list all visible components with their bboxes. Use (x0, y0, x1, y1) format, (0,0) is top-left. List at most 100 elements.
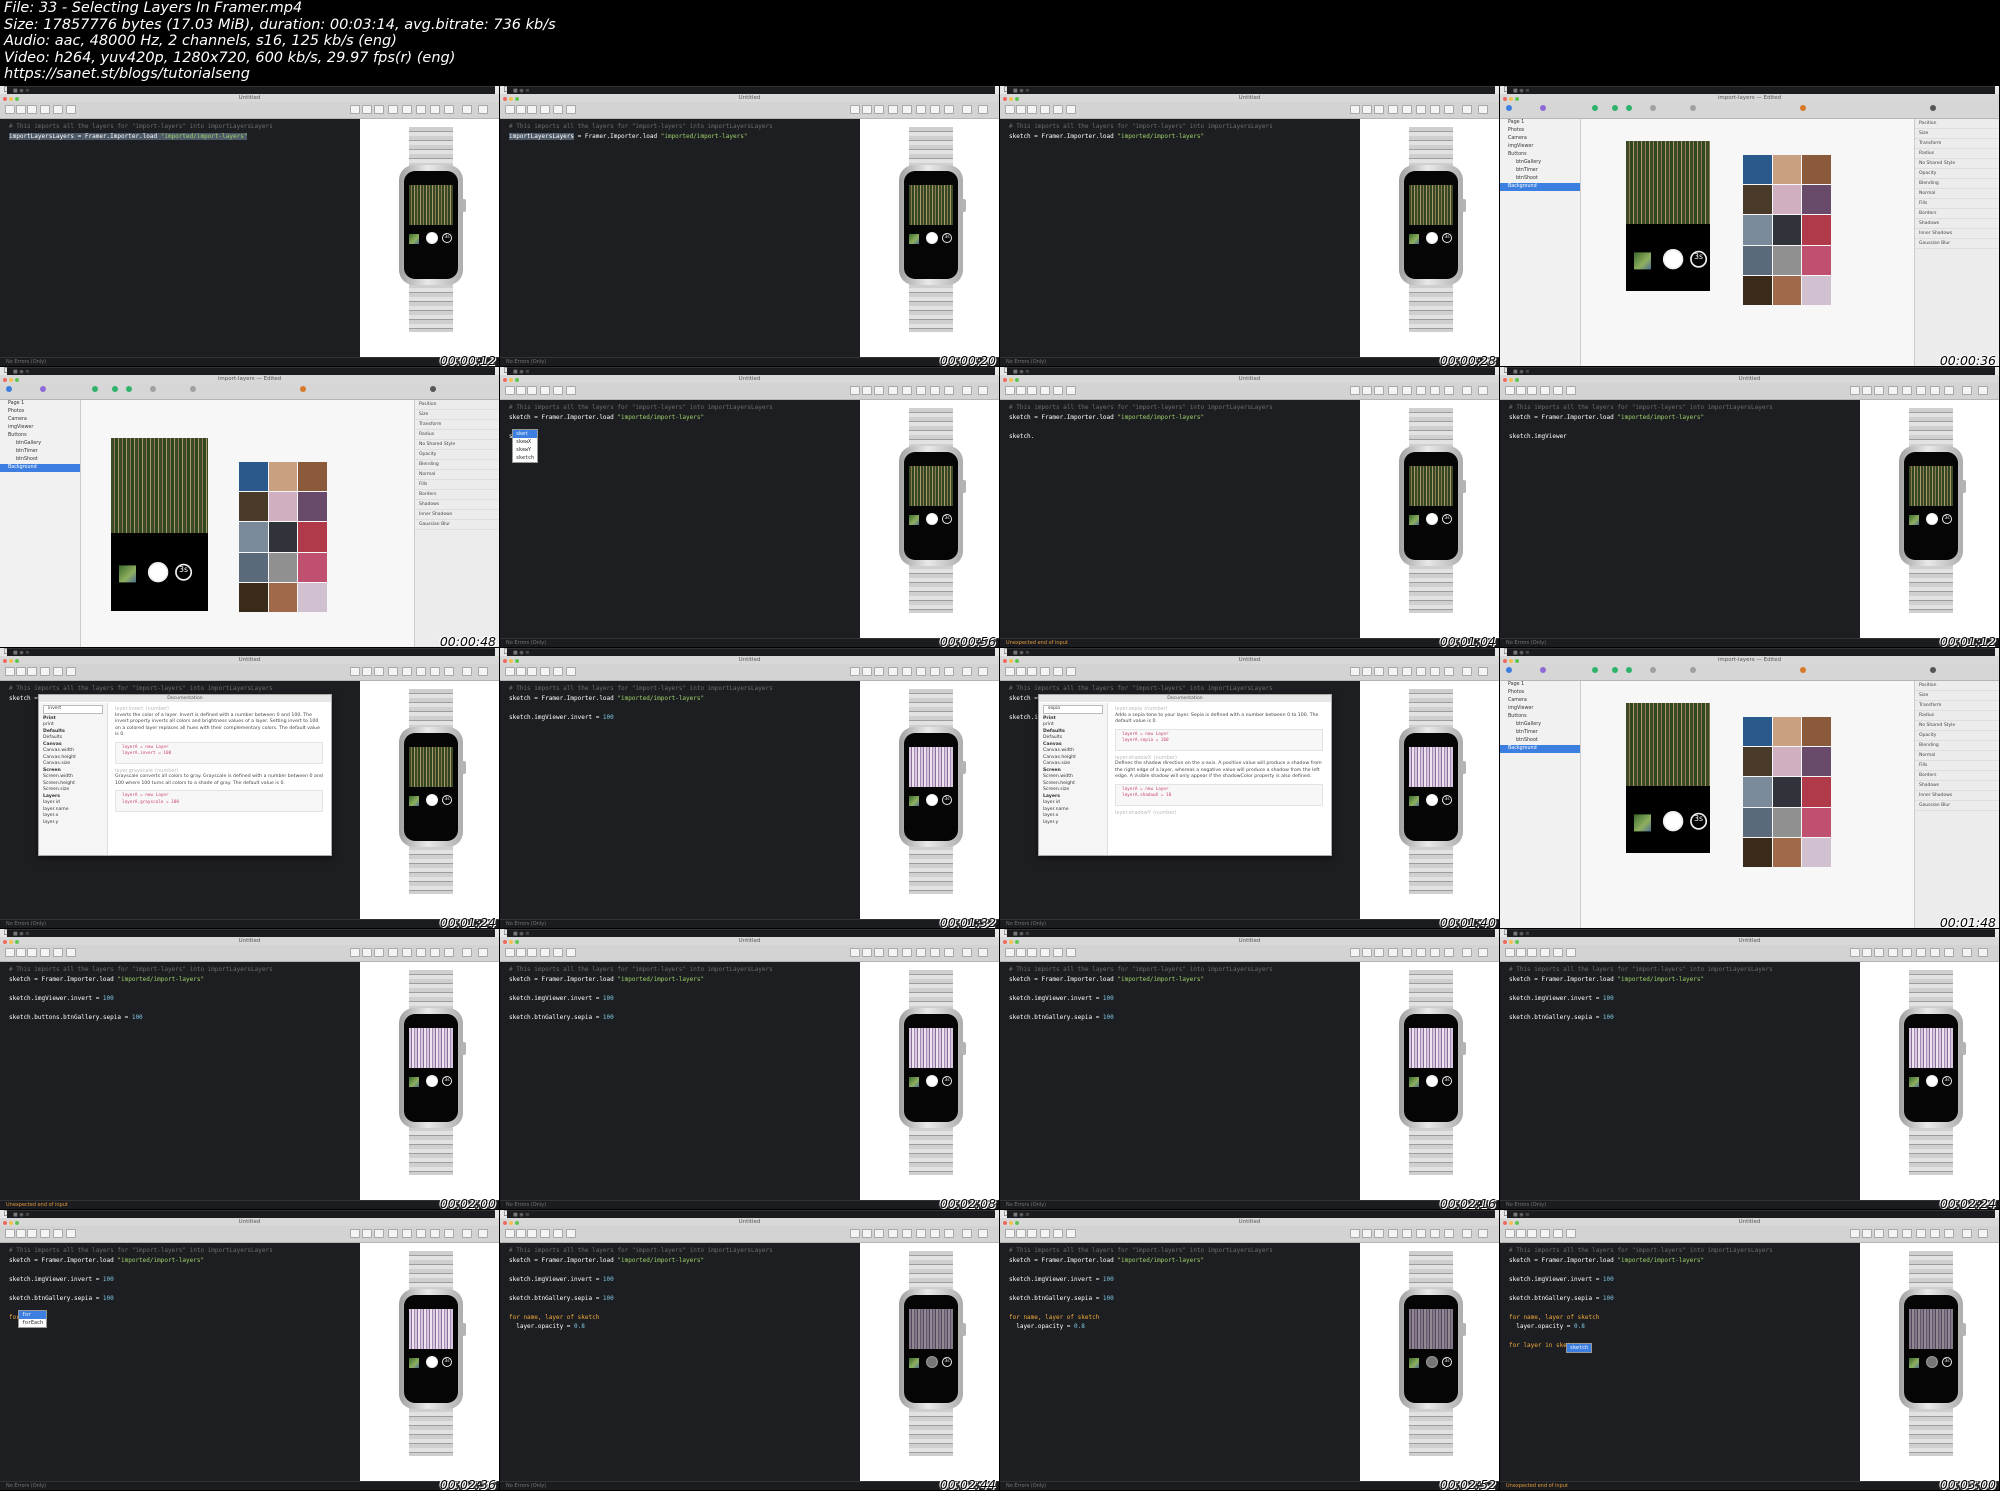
import-button[interactable] (40, 105, 50, 114)
share-button[interactable] (53, 105, 63, 114)
code-line[interactable]: sketch = Framer.Importer.load "imported/… (1509, 1256, 1869, 1266)
import-button[interactable] (540, 105, 550, 114)
close-button[interactable] (1503, 97, 1507, 101)
toolbar-button[interactable] (962, 948, 972, 957)
code-line[interactable]: sketch = Framer.Importer.load "imported/… (1009, 413, 1369, 423)
inspector-row[interactable]: Borders (415, 490, 499, 500)
layer-row[interactable]: btnShoot (1500, 737, 1580, 745)
code-editor[interactable]: # This imports all the layers for "impor… (1000, 119, 1369, 358)
zoom-button[interactable] (1515, 1221, 1519, 1225)
minimize-button[interactable] (1509, 97, 1513, 101)
close-button[interactable] (1503, 1221, 1507, 1225)
inspector-row[interactable]: Transform (415, 420, 499, 430)
code-line[interactable]: sketch.btnGallery.sepia = 100 (509, 1294, 869, 1304)
btn-gallery[interactable] (909, 234, 919, 244)
toolbar-button[interactable] (1430, 948, 1440, 957)
code-line[interactable]: for name, layer of sketch (1009, 1313, 1369, 1323)
code-editor[interactable]: # This imports all the layers for "impor… (500, 400, 869, 639)
layer-row[interactable]: btnTimer (0, 448, 80, 456)
toolbar-button[interactable] (1962, 386, 1972, 395)
mirror-button[interactable] (566, 1229, 576, 1238)
layer-row[interactable]: imgViewer (1500, 143, 1580, 151)
inspect-button[interactable] (1016, 105, 1026, 114)
code-line[interactable]: # This imports all the layers for "impor… (1509, 965, 1869, 975)
share-button[interactable] (1053, 1229, 1063, 1238)
mirror-button[interactable] (1566, 386, 1576, 395)
inspect-button[interactable] (516, 948, 526, 957)
btn-shoot[interactable] (1426, 1356, 1438, 1368)
share-button[interactable] (53, 667, 63, 676)
close-button[interactable] (3, 378, 7, 382)
insert-button[interactable] (1505, 386, 1515, 395)
inspector-row[interactable]: Shadows (415, 500, 499, 510)
mirror-button[interactable] (1066, 667, 1076, 676)
toolbar-button[interactable] (350, 1229, 360, 1238)
toolbar-button[interactable] (1944, 386, 1954, 395)
btn-gallery[interactable] (409, 1077, 419, 1087)
import-button[interactable] (1540, 1229, 1550, 1238)
btn-shoot[interactable] (926, 1075, 938, 1087)
close-button[interactable] (503, 1221, 507, 1225)
toolbar-button[interactable] (902, 386, 912, 395)
toolbar-button[interactable] (1362, 105, 1372, 114)
mirror-button[interactable] (1066, 948, 1076, 957)
toolbar-button[interactable] (1916, 386, 1926, 395)
toolbar-button[interactable] (916, 386, 926, 395)
inspector-row[interactable]: Opacity (1915, 731, 1999, 741)
code-line[interactable]: sketch = Framer.Importer.load "imported/… (509, 694, 869, 704)
btn-shoot[interactable] (426, 1075, 438, 1087)
code-line[interactable]: sketch.imgViewer.invert = 100 (9, 994, 369, 1004)
toolbar-button[interactable] (862, 667, 872, 676)
layer-row[interactable]: Photos (0, 408, 80, 416)
toolbar-tool-icon[interactable] (1930, 105, 1936, 111)
code-line[interactable] (1509, 1332, 1869, 1342)
import-button[interactable] (540, 667, 550, 676)
code-line[interactable]: # This imports all the layers for "impor… (1009, 122, 1369, 132)
code-line[interactable] (1509, 1303, 1869, 1313)
inspector-row[interactable]: Radius (415, 430, 499, 440)
code-editor[interactable]: # This imports all the layers for "impor… (0, 962, 369, 1201)
btn-gallery[interactable] (1909, 515, 1919, 525)
code-line[interactable]: sketch. (1009, 432, 1369, 442)
toolbar-button[interactable] (388, 105, 398, 114)
toolbar-button[interactable] (1478, 667, 1488, 676)
btn-timer[interactable]: 3s (942, 1357, 952, 1367)
btn-gallery[interactable] (409, 234, 419, 244)
toolbar-button[interactable] (478, 948, 488, 957)
btn-timer[interactable]: 3s (1690, 250, 1708, 268)
toolbar-button[interactable] (978, 1229, 988, 1238)
toolbar-button[interactable] (402, 948, 412, 957)
toolbar-button[interactable] (1444, 667, 1454, 676)
toolbar-button[interactable] (902, 948, 912, 957)
zoom-button[interactable] (15, 378, 19, 382)
minimize-button[interactable] (1009, 97, 1013, 101)
toolbar-button[interactable] (1916, 1229, 1926, 1238)
code-editor[interactable]: # This imports all the layers for "impor… (0, 119, 369, 358)
close-button[interactable] (503, 378, 507, 382)
toolbar-button[interactable] (944, 386, 954, 395)
toolbar-button[interactable] (1862, 948, 1872, 957)
toolbar-button[interactable] (1416, 667, 1426, 676)
btn-timer[interactable]: 3s (1442, 1357, 1452, 1367)
toolbar-tool-icon[interactable] (1612, 105, 1618, 111)
insert-button[interactable] (1005, 105, 1015, 114)
btn-gallery[interactable] (909, 515, 919, 525)
import-button[interactable] (40, 948, 50, 957)
code-line[interactable] (9, 1284, 369, 1294)
layer-row[interactable]: btnTimer (1500, 167, 1580, 175)
btn-timer[interactable]: 3s (1442, 233, 1452, 243)
code-line[interactable] (9, 1003, 369, 1013)
close-button[interactable] (3, 940, 7, 944)
btn-gallery[interactable] (409, 1358, 419, 1368)
code-line[interactable]: # This imports all the layers for "impor… (1009, 1246, 1369, 1256)
btn-gallery[interactable] (909, 1077, 919, 1087)
code-line[interactable] (9, 984, 369, 994)
code-line[interactable] (1509, 422, 1869, 432)
code-line[interactable] (1009, 1265, 1369, 1275)
inspector-row[interactable]: Inner Shadows (415, 510, 499, 520)
insert-button[interactable] (505, 105, 515, 114)
toolbar-button[interactable] (478, 667, 488, 676)
toolbar-button[interactable] (430, 948, 440, 957)
zoom-button[interactable] (1015, 940, 1019, 944)
toolbar-button[interactable] (1374, 386, 1384, 395)
